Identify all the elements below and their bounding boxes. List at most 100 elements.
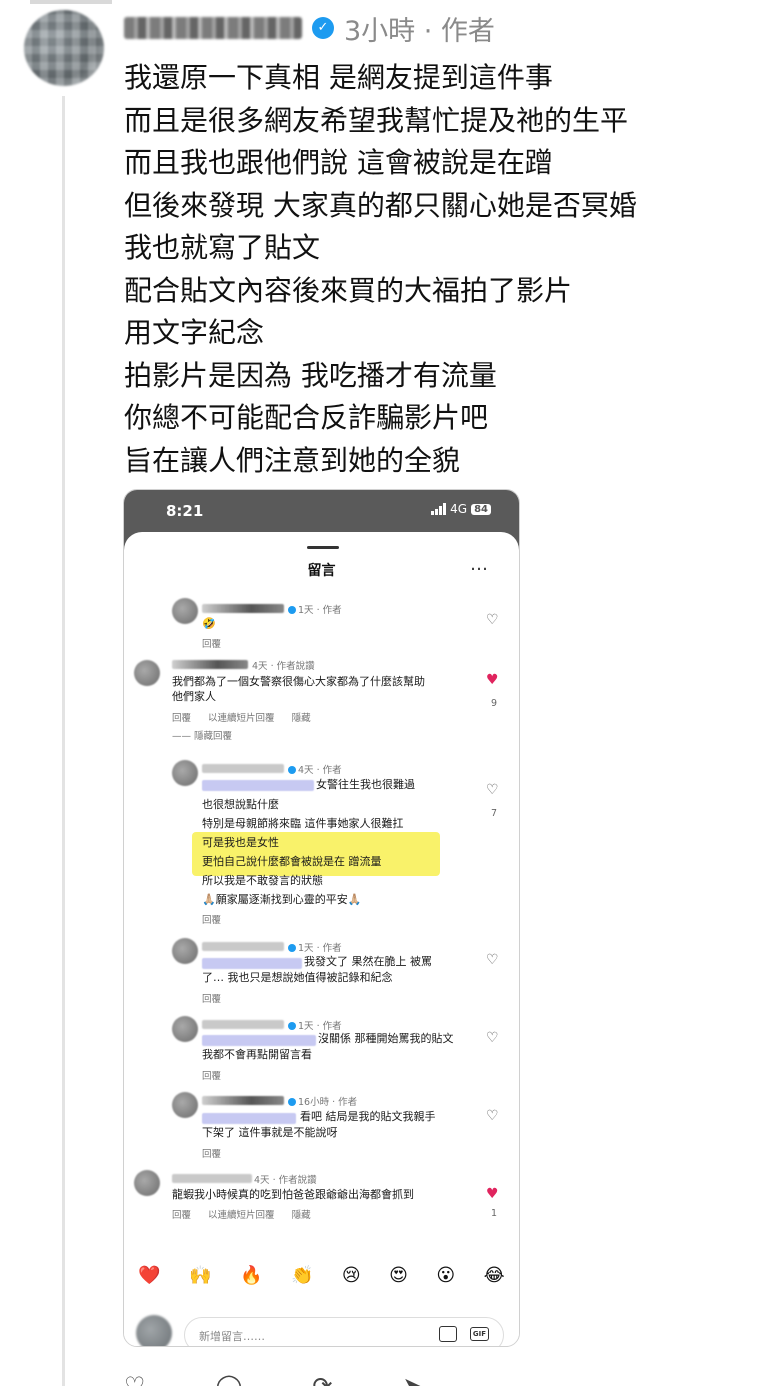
commenter-avatar[interactable] [172, 1092, 198, 1118]
comment-meta-text: 4天 · 作者說讚 [252, 661, 315, 672]
reply-with-reel-button[interactable]: 以連續短片回覆 [208, 713, 275, 724]
post-line: 配合貼文內容後來買的大福拍了影片 [124, 273, 573, 307]
comment-input-row: 新增留言…… GIF [132, 1315, 512, 1346]
comment-meta: 1天 · 作者 [288, 1018, 342, 1032]
comment-actions: 回覆 [202, 1068, 235, 1082]
commenter-avatar[interactable] [172, 1016, 198, 1042]
repost-icon[interactable]: ⟳ [312, 1374, 332, 1386]
hide-button[interactable]: 隱藏 [292, 713, 311, 724]
heart-outline-icon[interactable]: ♡ [486, 1108, 499, 1124]
reply-button[interactable]: 回覆 [172, 1210, 191, 1221]
commenter-name-blurred[interactable] [202, 1096, 284, 1105]
commenter-name-blurred[interactable] [202, 942, 284, 951]
comment-meta-text: 1天 · 作者 [298, 605, 342, 616]
gif-icon[interactable]: GIF [469, 1327, 489, 1341]
commenter-name-blurred[interactable] [202, 1020, 284, 1029]
emoji-clap[interactable]: 👏 [291, 1265, 313, 1295]
comment-text: 更怕自己說什麼都會被說是在 蹭流量 [202, 855, 382, 868]
emoji-heart[interactable]: ❤️ [138, 1265, 160, 1295]
commenter-avatar[interactable] [134, 1170, 160, 1196]
comment-text: 龍蝦我小時候真的吃到怕爸爸跟爺爺出海都會抓到 [172, 1188, 414, 1201]
post-line: 用文字紀念 [124, 316, 265, 349]
like-icon[interactable]: ♡ [124, 1374, 146, 1386]
comment-meta-text: 16小時 · 作者 [298, 1097, 358, 1108]
sheet-grabber[interactable] [307, 546, 339, 549]
comment-text: 可是我也是女性 [202, 836, 279, 849]
post-line: 但後來發現 大家真的都只關心她是否冥婚 [124, 188, 637, 222]
emoji-crying[interactable]: 😢 [342, 1265, 361, 1295]
emoji-quick-reactions: ❤️ 🙌 🔥 👏 😢 😍 😮 😂 [124, 1265, 519, 1295]
heart-outline-icon[interactable]: ♡ [486, 952, 499, 968]
reply-button[interactable]: 回覆 [202, 1071, 221, 1082]
commenter-name-blurred[interactable] [172, 660, 248, 669]
post-body: 我還原一下真相 是網友提到這件事 而且是很多網友希望我幫忙提及祂的生平 而且我也… [124, 57, 764, 482]
comment-text: 了… 我也只是想說她值得被記錄和紀念 [202, 971, 393, 984]
comment-text: 沒關係 那種開始罵我的貼文 [318, 1032, 454, 1045]
commenter-name-blurred[interactable] [202, 764, 284, 773]
post-line: 而且是很多網友希望我幫忙提及祂的生平 [124, 103, 629, 137]
comment-meta: 1天 · 作者 [288, 602, 342, 616]
reply-button[interactable]: 回覆 [202, 1149, 221, 1160]
heart-outline-icon[interactable]: ♡ [486, 1030, 499, 1046]
network-label: 4G [450, 502, 468, 516]
verified-icon [288, 944, 296, 952]
reply-button[interactable]: 回覆 [202, 994, 221, 1005]
like-count: 1 [491, 1208, 498, 1219]
current-user-avatar [136, 1315, 172, 1346]
emoji-heart-eyes[interactable]: 😍 [389, 1265, 408, 1295]
comment-actions: 回覆 [202, 1146, 235, 1160]
comments-sheet: 留言 … 1天 · 作者 🤣 回覆 ♡ 4天 · 作者說讚 我們都為了一個女警察… [124, 532, 519, 1346]
blurred-mention [202, 780, 314, 791]
attached-screenshot[interactable]: 8:21 4G 84 留言 … 1天 · 作者 🤣 回覆 ♡ 4天 · 作者說讚… [123, 489, 520, 1347]
post-header: ✓ 3小時 · 作者 [124, 8, 495, 48]
reply-button[interactable]: 回覆 [202, 915, 221, 926]
verified-icon [288, 766, 296, 774]
comment-text: 🙏🏼願家屬逐漸找到心靈的平安🙏🏼 [202, 893, 362, 906]
heart-filled-icon[interactable]: ♥ [486, 672, 499, 688]
emoji-fire[interactable]: 🔥 [240, 1265, 262, 1295]
verified-icon [288, 606, 296, 614]
emoji-surprised[interactable]: 😮 [436, 1265, 455, 1295]
share-icon[interactable]: ➤ [402, 1374, 422, 1386]
comment-meta: 4天 · 作者說讚 [252, 658, 315, 672]
commenter-avatar[interactable] [172, 760, 198, 786]
comment-input[interactable]: 新增留言…… GIF [184, 1317, 504, 1346]
status-time: 8:21 [166, 502, 204, 520]
commenter-avatar[interactable] [172, 938, 198, 964]
reply-button[interactable]: 回覆 [172, 713, 191, 724]
commenter-avatar[interactable] [134, 660, 160, 686]
comment-text: 特別是母親節將來臨 這件事她家人很難扛 [202, 817, 404, 830]
comment-meta: 4天 · 作者說讚 [254, 1172, 317, 1186]
battery-icon: 84 [471, 503, 491, 515]
reply-button[interactable]: 回覆 [202, 639, 221, 650]
post-line: 我也就寫了貼文 [124, 231, 321, 264]
image-icon[interactable] [439, 1326, 457, 1342]
hide-button[interactable]: 隱藏 [292, 1210, 311, 1221]
avatar[interactable] [24, 10, 104, 86]
reply-with-reel-button[interactable]: 以連續短片回覆 [208, 1210, 275, 1221]
post-line: 旨在讓人們注意到她的全貌 [124, 443, 461, 477]
emoji-raised-hands[interactable]: 🙌 [189, 1265, 211, 1295]
comment-meta: 16小時 · 作者 [288, 1094, 357, 1108]
username-blurred[interactable] [124, 17, 302, 39]
comment-icon[interactable]: ◯ [216, 1374, 243, 1386]
hide-replies-label: 隱藏回覆 [194, 731, 233, 742]
post-line: 而且我也跟他們說 這會被說是在蹭 [124, 146, 553, 179]
heart-outline-icon[interactable]: ♡ [486, 612, 499, 628]
blurred-mention [202, 1035, 316, 1046]
comment-meta-text: 4天 · 作者 [298, 765, 342, 776]
emoji-laughing[interactable]: 😂 [484, 1265, 505, 1295]
commenter-avatar[interactable] [172, 598, 198, 624]
heart-outline-icon[interactable]: ♡ [486, 782, 499, 798]
post-meta: 3小時 · 作者 [344, 15, 495, 47]
post-actions: ♡ ◯ ⟳ ➤ [124, 1374, 464, 1386]
commenter-name-blurred[interactable] [172, 1174, 252, 1183]
comment-text: 他們家人 [172, 690, 216, 703]
hide-replies-toggle[interactable]: —— 隱藏回覆 [172, 728, 246, 742]
comment-meta-text: 1天 · 作者 [298, 943, 342, 954]
heart-filled-icon[interactable]: ♥ [486, 1186, 499, 1202]
comment-meta-text: 4天 · 作者說讚 [254, 1175, 317, 1186]
commenter-name-blurred[interactable] [202, 604, 284, 613]
comment-text: 我都不會再點開留言看 [202, 1048, 312, 1061]
more-icon[interactable]: … [470, 554, 489, 575]
